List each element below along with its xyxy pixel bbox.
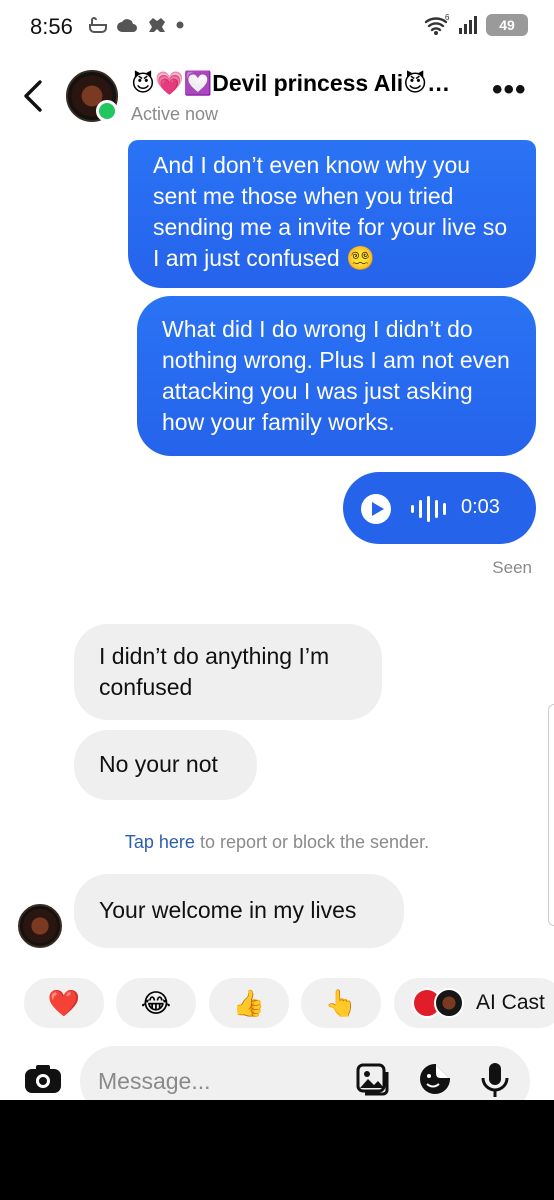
reaction-thumbs-up-button[interactable]: 👍	[209, 978, 289, 1028]
ai-cast-button[interactable]: AI Cast	[394, 978, 554, 1028]
quick-reactions: ❤️ 😂 👍 👆 AI Cast	[0, 978, 554, 1028]
thumbs-up-icon: 👍	[232, 987, 266, 1018]
back-arrow-icon[interactable]	[20, 78, 48, 114]
contact-name[interactable]: 😈💗💟Devil princess Ali😈…	[131, 70, 471, 97]
chat-screen: 8:56 6 49 😈💗💟Devil princess Ali😈… Active…	[0, 0, 554, 1100]
more-options-button[interactable]: •••	[492, 75, 532, 112]
system-icons: 6 49	[424, 14, 528, 36]
laugh-icon: 😂	[140, 987, 172, 1018]
ai-cast-label: AI Cast	[476, 991, 545, 1014]
cloud-icon	[117, 19, 137, 32]
status-time: 8:56	[30, 14, 73, 39]
active-status: Active now	[131, 104, 219, 124]
report-link[interactable]: Tap here	[125, 832, 195, 852]
chat-header: 😈💗💟Devil princess Ali😈… Active now •••	[0, 56, 554, 136]
reaction-heart-button[interactable]: ❤️	[24, 978, 104, 1028]
report-text: to report or block the sender.	[194, 832, 430, 852]
sender-avatar[interactable]	[18, 904, 62, 948]
sent-message[interactable]: What did I do wrong I didn’t do nothing …	[137, 296, 536, 456]
heart-icon: ❤️	[47, 987, 81, 1018]
battery-indicator: 49	[486, 14, 528, 36]
point-up-icon: 👆	[324, 987, 358, 1018]
sent-message[interactable]: And I don’t even know why you sent me th…	[128, 140, 536, 288]
report-notice: Tap here to report or block the sender.	[0, 832, 554, 853]
contact-mini-avatar	[434, 988, 464, 1018]
bathtub-icon	[89, 17, 107, 33]
dot-icon	[176, 21, 184, 29]
reaction-laugh-button[interactable]: 😂	[116, 978, 196, 1028]
seen-receipt: Seen	[492, 558, 532, 577]
online-indicator	[96, 100, 118, 122]
game-icon	[149, 18, 165, 32]
voice-message[interactable]: 0:03	[343, 472, 536, 544]
waveform-icon	[411, 494, 451, 524]
received-message[interactable]: No your not	[74, 730, 257, 800]
camera-icon[interactable]	[24, 1064, 62, 1094]
scroll-handle[interactable]	[548, 704, 554, 926]
status-bar: 8:56 6 49	[0, 0, 554, 56]
gallery-icon[interactable]	[355, 1062, 389, 1096]
battery-level: 49	[499, 17, 515, 33]
play-icon[interactable]	[361, 494, 391, 524]
signal-bars-icon	[459, 16, 477, 34]
notification-icons	[88, 16, 184, 34]
sticker-icon[interactable]	[418, 1062, 452, 1096]
navigation-bar-area	[0, 1100, 554, 1200]
microphone-icon[interactable]	[480, 1062, 510, 1098]
message-composer	[0, 1046, 554, 1100]
svg-text:6: 6	[445, 14, 450, 22]
wifi-icon: 6	[424, 14, 450, 35]
received-message[interactable]: I didn’t do anything I’m confused	[74, 624, 382, 720]
reaction-point-up-button[interactable]: 👆	[301, 978, 381, 1028]
message-input[interactable]	[80, 1046, 530, 1100]
voice-duration: 0:03	[461, 496, 500, 518]
received-message[interactable]: Your welcome in my lives	[74, 874, 404, 948]
